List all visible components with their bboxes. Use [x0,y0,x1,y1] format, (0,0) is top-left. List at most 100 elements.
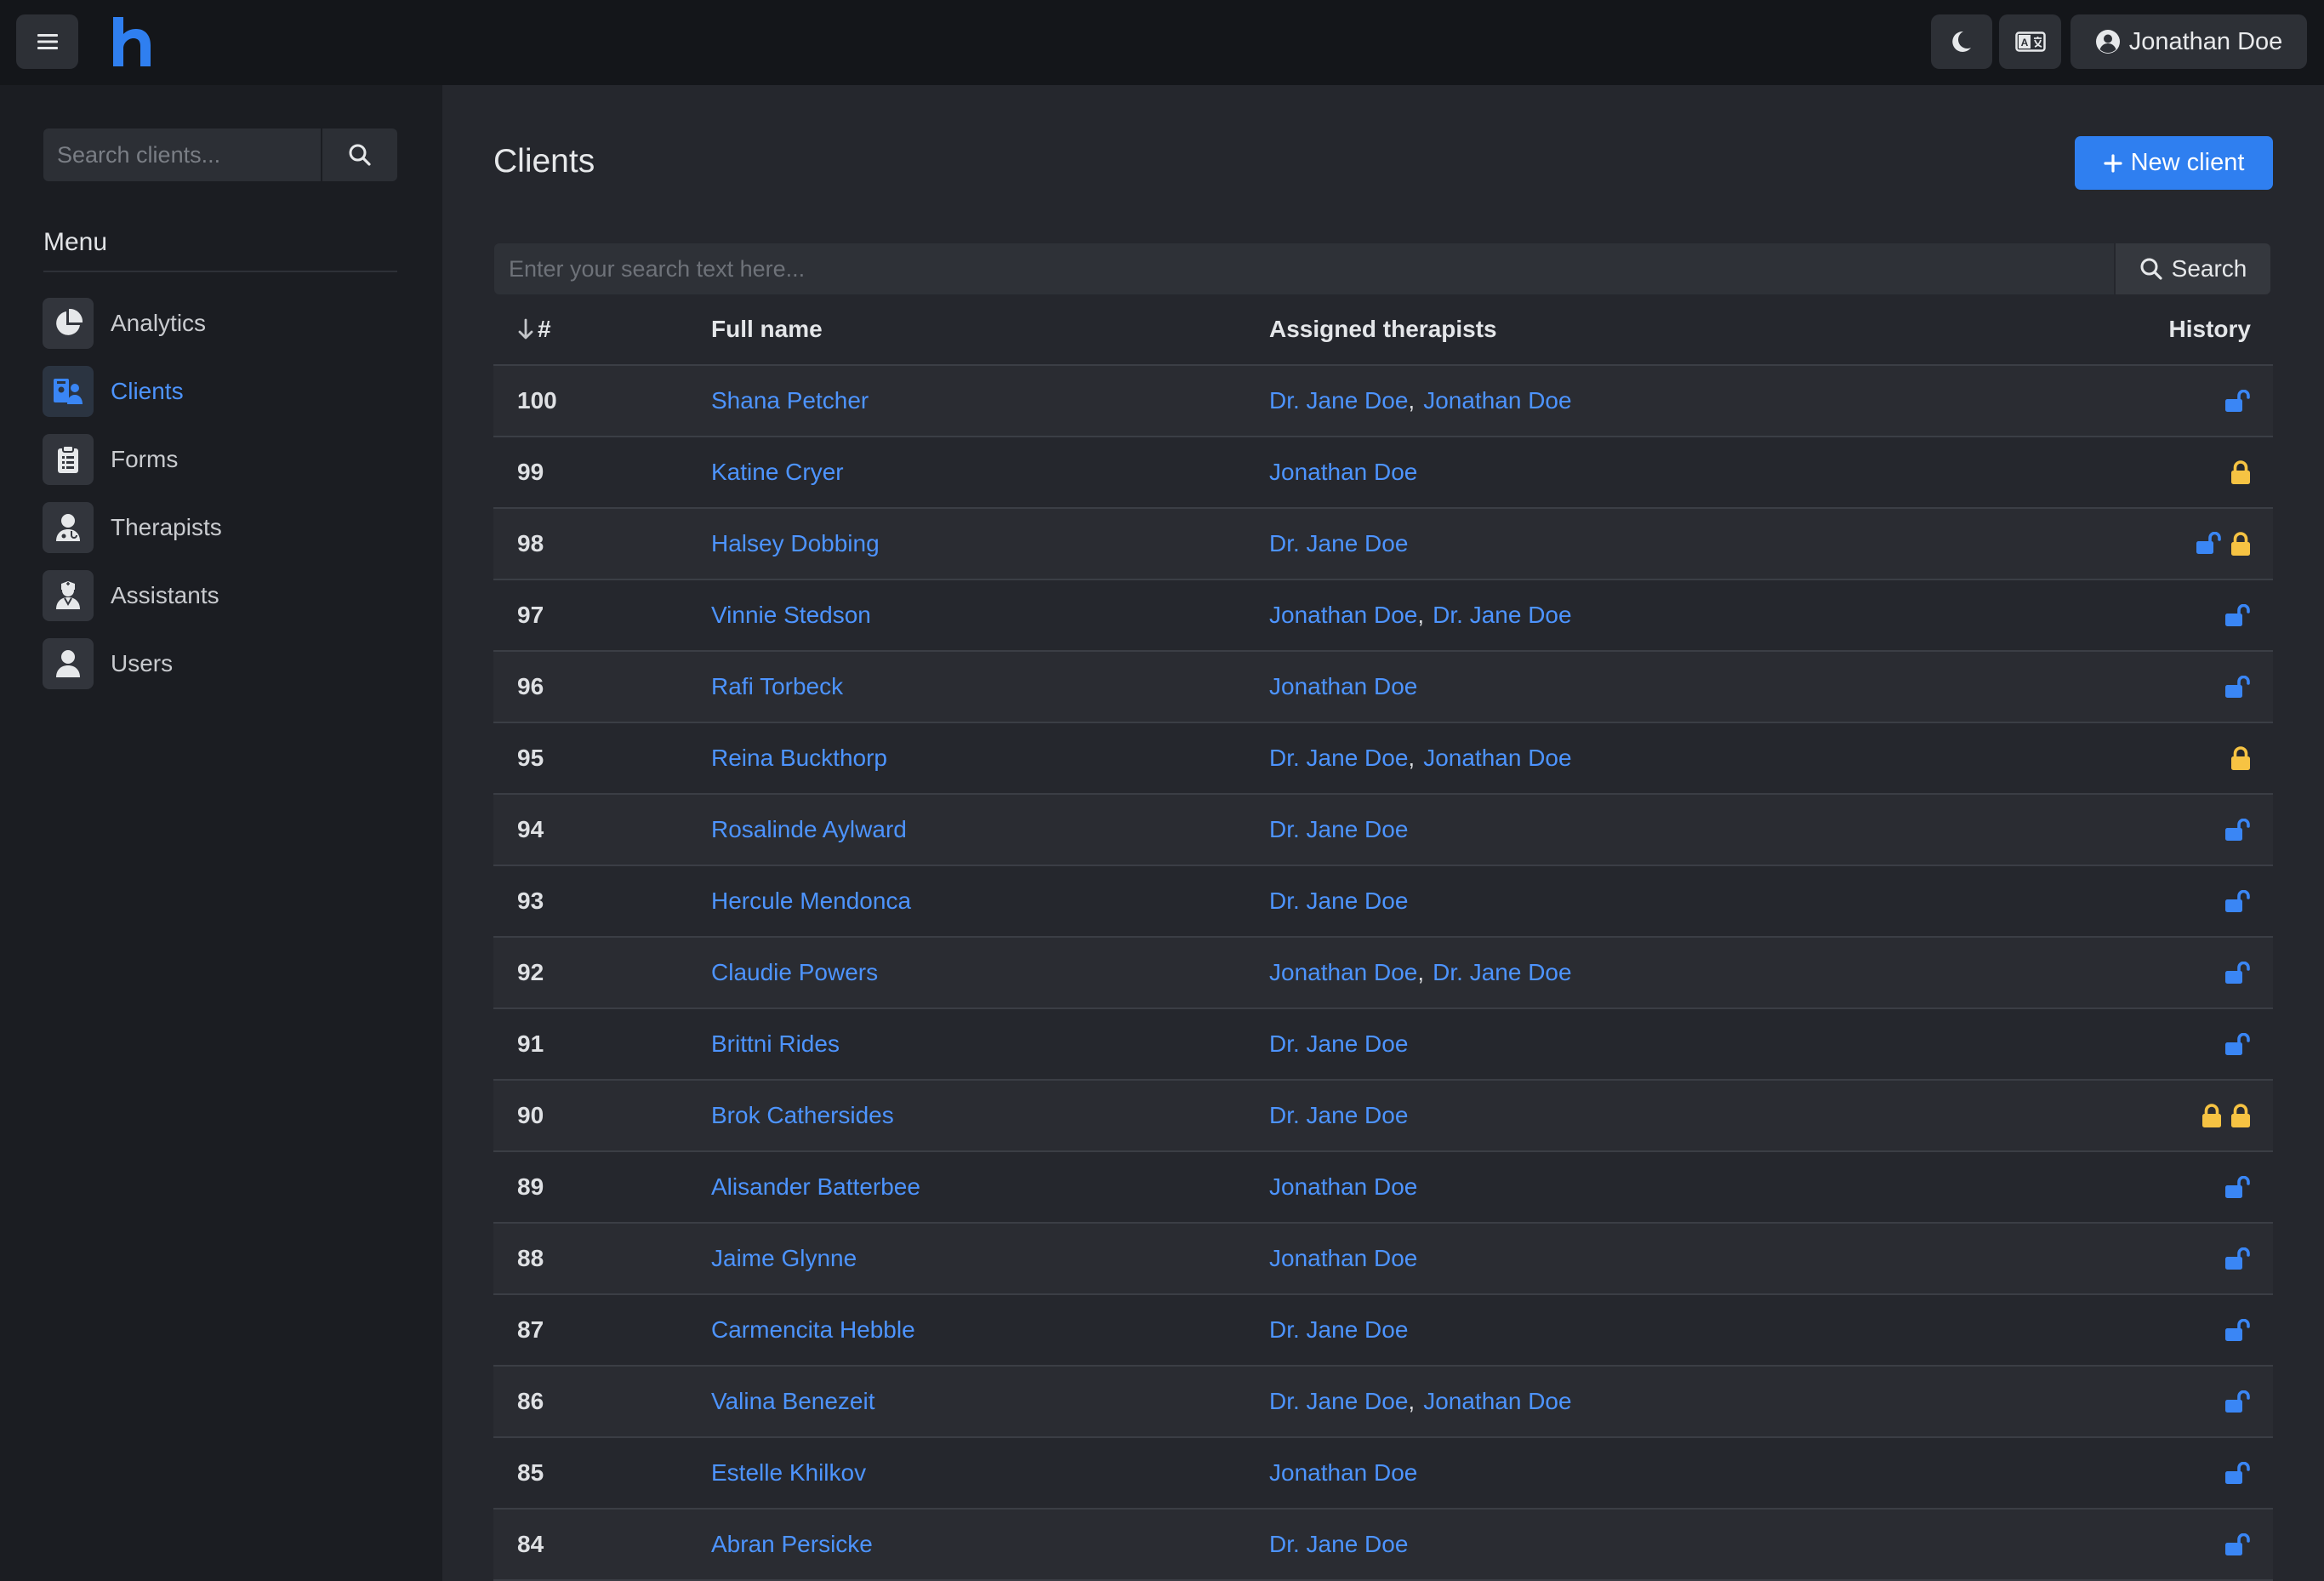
therapist-link[interactable]: Dr. Jane Doe [1433,602,1571,628]
therapist-link[interactable]: Jonathan Doe [1269,1459,1417,1486]
unlocked-icon[interactable] [2225,1247,2251,1270]
unlocked-icon[interactable] [2225,962,2251,984]
table-row: 93 Hercule Mendonca Dr. Jane Doe [493,866,2273,938]
column-header-name[interactable]: Full name [711,316,1269,343]
locked-icon[interactable] [2230,460,2251,484]
client-name-link[interactable]: Valina Benezeit [711,1388,875,1414]
new-client-button[interactable]: New client [2075,136,2273,190]
unlocked-icon[interactable] [2225,1462,2251,1484]
client-name-link[interactable]: Vinnie Stedson [711,602,871,628]
client-name-link[interactable]: Jaime Glynne [711,1245,857,1271]
unlocked-icon[interactable] [2225,1176,2251,1198]
therapist-link[interactable]: Jonathan Doe [1423,1388,1571,1414]
client-name-link[interactable]: Brittni Rides [711,1030,840,1057]
sidebar-item-forms[interactable]: Forms [43,425,400,494]
history-icons [2086,676,2273,698]
client-id: 90 [517,1102,544,1128]
table-row: 96 Rafi Torbeck Jonathan Doe [493,652,2273,723]
table-row: 92 Claudie Powers Jonathan Doe, Dr. Jane Do… [493,938,2273,1009]
sidebar-search-input[interactable] [43,128,321,181]
app-logo[interactable] [111,17,151,66]
sidebar-item-label: Forms [111,446,179,472]
unlocked-icon[interactable] [2196,532,2222,556]
unlocked-icon[interactable] [2225,1033,2251,1055]
column-header-therapists[interactable]: Assigned therapists [1269,316,2086,343]
therapist-link[interactable]: Dr. Jane Doe [1269,1388,1408,1414]
unlocked-icon[interactable] [2225,1319,2251,1341]
column-header-id[interactable]: # [493,316,711,343]
therapist-link[interactable]: Dr. Jane Doe [1269,1030,1408,1057]
client-name-link[interactable]: Shana Petcher [711,387,869,414]
assigned-therapists: Jonathan Doe [1269,459,2086,486]
sidebar: Menu Analytics Clients [0,85,442,1581]
client-name-link[interactable]: Rafi Torbeck [711,673,843,699]
sidebar-item-users[interactable]: Users [43,630,400,698]
therapist-link[interactable]: Jonathan Doe [1423,387,1571,414]
client-id: 85 [517,1459,544,1486]
table-search-input[interactable] [494,243,2114,294]
sidebar-item-assistants[interactable]: Assistants [43,562,400,630]
client-name-link[interactable]: Hercule Mendonca [711,888,911,914]
plus-icon [2104,153,2122,173]
history-icons [2086,1390,2273,1413]
history-icons [2086,1033,2273,1055]
user-menu-button[interactable]: Jonathan Doe [2071,14,2307,69]
client-name-link[interactable]: Carmencita Hebble [711,1316,915,1343]
locked-icon[interactable] [2202,1104,2222,1127]
therapist-link[interactable]: Dr. Jane Doe [1269,1102,1408,1128]
unlocked-icon[interactable] [2225,890,2251,912]
client-name-link[interactable]: Alisander Batterbee [711,1173,920,1200]
unlocked-icon[interactable] [2225,1390,2251,1413]
history-icons [2086,390,2273,412]
therapist-link[interactable]: Jonathan Doe [1269,673,1417,699]
history-icons [2086,532,2273,556]
therapist-link[interactable]: Dr. Jane Doe [1269,1531,1408,1557]
client-name-link[interactable]: Estelle Khilkov [711,1459,866,1486]
client-id: 84 [517,1531,544,1557]
locked-icon[interactable] [2230,532,2251,556]
sidebar-item-therapists[interactable]: Therapists [43,494,400,562]
sidebar-item-clients[interactable]: Clients [43,357,400,425]
therapist-link[interactable]: Dr. Jane Doe [1269,387,1408,414]
menu-title: Menu [43,228,108,256]
assigned-therapists: Dr. Jane Doe [1269,1102,2086,1129]
unlocked-icon[interactable] [2225,604,2251,626]
theme-toggle-button[interactable] [1931,14,1992,69]
table-search-button[interactable]: Search [2114,243,2270,294]
therapist-link[interactable]: Dr. Jane Doe [1269,888,1408,914]
assigned-therapists: Dr. Jane Doe [1269,888,2086,915]
unlocked-icon[interactable] [2225,390,2251,412]
client-id: 86 [517,1388,544,1414]
locked-icon[interactable] [2230,746,2251,770]
client-name-link[interactable]: Rosalinde Aylward [711,816,907,842]
unlocked-icon[interactable] [2225,819,2251,841]
therapist-link[interactable]: Jonathan Doe [1269,602,1417,628]
sidebar-item-analytics[interactable]: Analytics [43,289,400,357]
menu-toggle-button[interactable] [16,14,78,69]
history-icons [2086,1104,2273,1127]
assigned-therapists: Dr. Jane Doe [1269,530,2086,557]
therapist-link[interactable]: Dr. Jane Doe [1269,1316,1408,1343]
client-id: 91 [517,1030,544,1057]
sidebar-search-button[interactable] [321,128,397,181]
client-name-link[interactable]: Halsey Dobbing [711,530,880,556]
client-name-link[interactable]: Katine Cryer [711,459,844,485]
language-button[interactable]: A [1999,14,2061,69]
client-name-link[interactable]: Claudie Powers [711,959,878,985]
therapist-link[interactable]: Jonathan Doe [1269,459,1417,485]
unlocked-icon[interactable] [2225,1533,2251,1555]
top-bar: A Jonathan Doe [0,0,2324,85]
client-name-link[interactable]: Brok Cathersides [711,1102,894,1128]
therapist-link[interactable]: Dr. Jane Doe [1269,530,1408,556]
locked-icon[interactable] [2230,1104,2251,1127]
therapist-link[interactable]: Jonathan Doe [1269,1245,1417,1271]
client-name-link[interactable]: Abran Persicke [711,1531,873,1557]
therapist-link[interactable]: Dr. Jane Doe [1433,959,1571,985]
therapist-link[interactable]: Jonathan Doe [1269,959,1417,985]
therapist-link[interactable]: Jonathan Doe [1269,1173,1417,1200]
therapist-link[interactable]: Jonathan Doe [1423,745,1571,771]
client-name-link[interactable]: Reina Buckthorp [711,745,887,771]
therapist-link[interactable]: Dr. Jane Doe [1269,816,1408,842]
therapist-link[interactable]: Dr. Jane Doe [1269,745,1408,771]
unlocked-icon[interactable] [2225,676,2251,698]
